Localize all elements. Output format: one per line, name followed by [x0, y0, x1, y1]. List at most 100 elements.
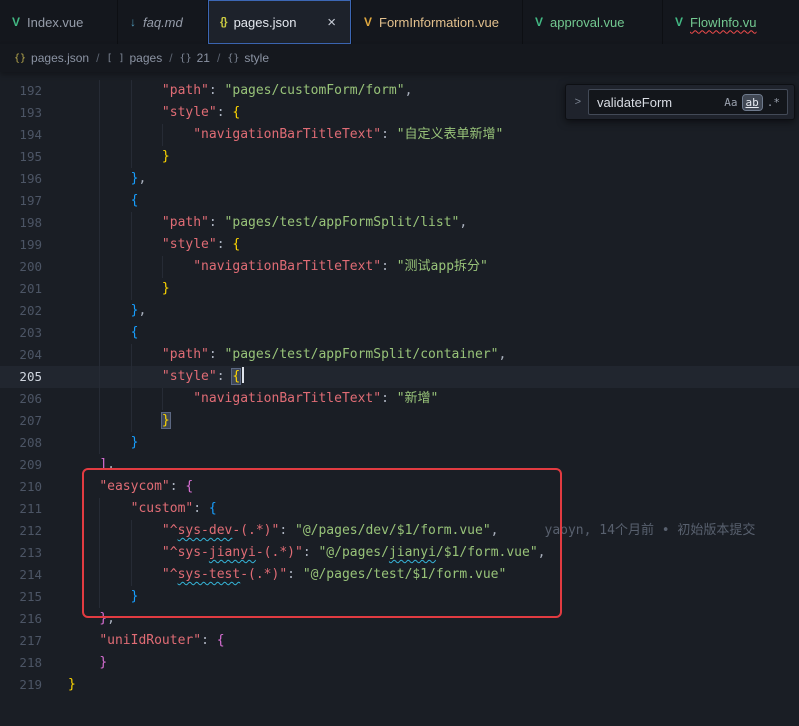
code-token: sys-dev [178, 523, 233, 538]
indent-guide [99, 278, 100, 300]
line-number[interactable]: 198 [0, 212, 68, 234]
code-token: "path" [162, 83, 209, 98]
code-token: , [491, 523, 499, 538]
whole-word-toggle[interactable]: ab [743, 95, 762, 110]
code-token: , [138, 303, 146, 318]
line-number[interactable]: 196 [0, 168, 68, 190]
code-line[interactable]: 212 "^sys-dev-(.*)": "@/pages/dev/$1/for… [0, 520, 799, 542]
indent-guide [131, 520, 132, 542]
code-token: sys-test [178, 567, 241, 582]
object-icon: {} [180, 53, 192, 64]
code-token: "uniIdRouter" [99, 633, 201, 648]
find-input[interactable]: validateForm Aa ab .* [588, 89, 788, 115]
line-number[interactable]: 210 [0, 476, 68, 498]
code-token: : [170, 479, 186, 494]
line-number[interactable]: 193 [0, 102, 68, 124]
line-number[interactable]: 194 [0, 124, 68, 146]
code-line[interactable]: 219} [0, 674, 799, 696]
regex-toggle[interactable]: .* [764, 95, 783, 110]
code-line[interactable]: 202 }, [0, 300, 799, 322]
line-number[interactable]: 212 [0, 520, 68, 542]
code-token: } [99, 655, 107, 670]
indent-guide [99, 344, 100, 366]
code-line[interactable]: 203 { [0, 322, 799, 344]
line-number[interactable]: 218 [0, 652, 68, 674]
code-token: "navigationBarTitleText" [193, 127, 381, 142]
code-line[interactable]: 204 "path": "pages/test/appFormSplit/con… [0, 344, 799, 366]
line-number[interactable]: 209 [0, 454, 68, 476]
indent-guide [131, 388, 132, 410]
code-token: { [131, 325, 139, 340]
code-line[interactable]: 216 }, [0, 608, 799, 630]
code-token: jianyi [389, 545, 436, 560]
line-number[interactable]: 219 [0, 674, 68, 696]
code-token: "^ [162, 567, 178, 582]
breadcrumb-item-style[interactable]: {} style [227, 51, 269, 65]
line-number[interactable]: 203 [0, 322, 68, 344]
line-number[interactable]: 200 [0, 256, 68, 278]
breadcrumb-item-21[interactable]: {} 21 [180, 51, 210, 65]
code-line[interactable]: 215 } [0, 586, 799, 608]
line-number[interactable]: 216 [0, 608, 68, 630]
code-token: "custom" [131, 501, 194, 516]
breadcrumb-item-file[interactable]: {} pages.json [14, 51, 89, 65]
line-number[interactable]: 208 [0, 432, 68, 454]
code-token: : [201, 633, 217, 648]
code-line[interactable]: 214 "^sys-test-(.*)": "@/pages/test/$1/f… [0, 564, 799, 586]
code-line[interactable]: 198 "path": "pages/test/appFormSplit/lis… [0, 212, 799, 234]
code-line[interactable]: 213 "^sys-jianyi-(.*)": "@/pages/jianyi/… [0, 542, 799, 564]
code-line[interactable]: 200 "navigationBarTitleText": "测试app拆分" [0, 256, 799, 278]
code-token: : [381, 391, 397, 406]
line-number[interactable]: 214 [0, 564, 68, 586]
code-token: : [381, 259, 397, 274]
line-number[interactable]: 204 [0, 344, 68, 366]
line-number[interactable]: 195 [0, 146, 68, 168]
breadcrumb-label: pages.json [31, 51, 89, 65]
code-line[interactable]: 194 "navigationBarTitleText": "自定义表单新增" [0, 124, 799, 146]
code-line[interactable]: 218 } [0, 652, 799, 674]
code-line[interactable]: 208 } [0, 432, 799, 454]
vue-file-icon: V [535, 15, 543, 29]
close-icon[interactable]: × [324, 14, 339, 31]
line-number[interactable]: 211 [0, 498, 68, 520]
line-number[interactable]: 215 [0, 586, 68, 608]
code-line[interactable]: 205 "style": { [0, 366, 799, 388]
code-line[interactable]: 199 "style": { [0, 234, 799, 256]
line-number[interactable]: 192 [0, 80, 68, 102]
breadcrumb-label: 21 [197, 51, 210, 65]
code-token: "新增" [397, 391, 439, 406]
tab-pages-json[interactable]: {} pages.json × [208, 0, 352, 44]
line-number[interactable]: 207 [0, 410, 68, 432]
line-number[interactable]: 197 [0, 190, 68, 212]
tab-faq-md[interactable]: ↓ faq.md [118, 0, 208, 44]
breadcrumb-item-pages[interactable]: [ ] pages [106, 51, 162, 65]
code-line[interactable]: 210 "easycom": { [0, 476, 799, 498]
line-number[interactable]: 217 [0, 630, 68, 652]
tab-approval-vue[interactable]: V approval.vue [523, 0, 663, 44]
code-line[interactable]: 197 { [0, 190, 799, 212]
code-editor[interactable]: 192 "path": "pages/customForm/form",193 … [0, 72, 799, 726]
code-line[interactable]: 217 "uniIdRouter": { [0, 630, 799, 652]
code-line[interactable]: 195 } [0, 146, 799, 168]
tab-forminformation-vue[interactable]: V FormInformation.vue [352, 0, 523, 44]
line-number[interactable]: 202 [0, 300, 68, 322]
line-number[interactable]: 205 [0, 366, 68, 388]
code-line[interactable]: 211 "custom": { [0, 498, 799, 520]
line-number[interactable]: 213 [0, 542, 68, 564]
line-number[interactable]: 199 [0, 234, 68, 256]
code-line[interactable]: 206 "navigationBarTitleText": "新增" [0, 388, 799, 410]
code-token: "@/pages/dev/$1/form.vue" [295, 523, 491, 538]
chevron-right-icon[interactable]: > [572, 96, 584, 108]
indent-guide [162, 388, 163, 410]
code-line[interactable]: 196 }, [0, 168, 799, 190]
tab-flowinfo-vue[interactable]: V FlowInfo.vu [663, 0, 799, 44]
line-number[interactable]: 201 [0, 278, 68, 300]
tab-index-vue[interactable]: V Index.vue [0, 0, 118, 44]
code-token: "测试app拆分" [397, 259, 488, 274]
code-line[interactable]: 201 } [0, 278, 799, 300]
line-number[interactable]: 206 [0, 388, 68, 410]
code-line[interactable]: 207 } [0, 410, 799, 432]
match-case-toggle[interactable]: Aa [721, 95, 740, 110]
code-line[interactable]: 209 ], [0, 454, 799, 476]
code-token: { [217, 633, 225, 648]
